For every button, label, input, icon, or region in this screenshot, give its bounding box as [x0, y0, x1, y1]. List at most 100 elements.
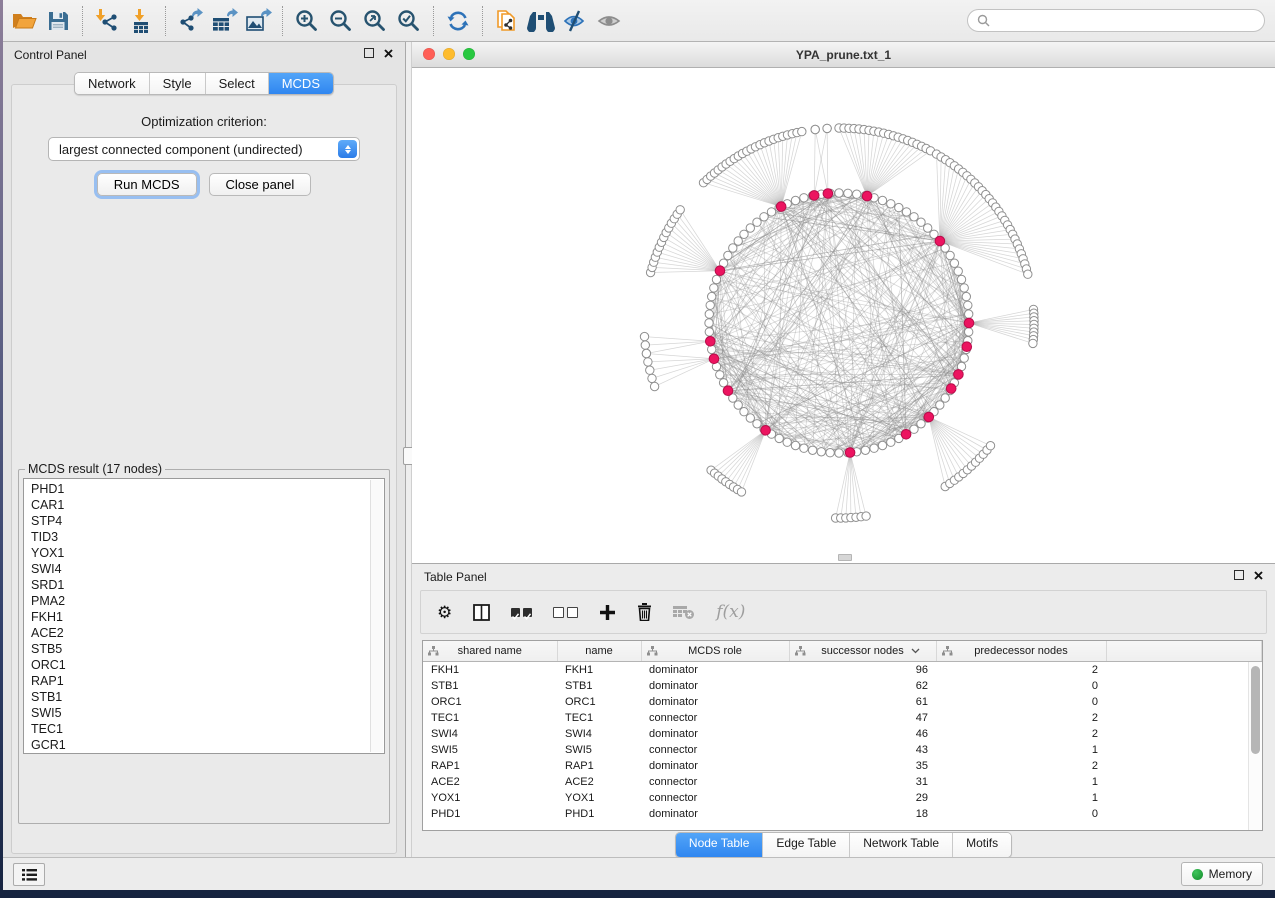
table-cell[interactable]: 31 [789, 774, 936, 790]
table-cell[interactable]: RAP1 [557, 758, 641, 774]
table-cell[interactable]: ACE2 [557, 774, 641, 790]
float-table-panel-icon[interactable] [1234, 570, 1244, 580]
table-cell[interactable]: 2 [936, 758, 1106, 774]
mcds-result-item[interactable]: SWI5 [31, 705, 384, 721]
table-cell[interactable] [1106, 678, 1262, 694]
mcds-result-item[interactable]: PMA2 [31, 593, 384, 609]
table-cell[interactable]: dominator [641, 758, 789, 774]
mcds-result-item[interactable]: ORC1 [31, 657, 384, 673]
table-cell[interactable]: 0 [936, 694, 1106, 710]
table-row[interactable]: TEC1TEC1connector472 [423, 710, 1262, 726]
tab-motifs[interactable]: Motifs [952, 833, 1011, 857]
table-cell[interactable] [1106, 742, 1262, 758]
table-cell[interactable]: FKH1 [423, 662, 557, 679]
zoom-selected-button[interactable] [392, 5, 426, 37]
import-network-button[interactable] [90, 5, 124, 37]
list-scrollbar[interactable] [370, 480, 383, 752]
mcds-result-item[interactable]: YOX1 [31, 545, 384, 561]
split-grip-icon[interactable] [838, 554, 852, 561]
table-cell[interactable]: SWI5 [423, 742, 557, 758]
table-cell[interactable]: 0 [936, 806, 1106, 822]
table-cell[interactable]: FKH1 [557, 662, 641, 679]
table-cell[interactable]: 62 [789, 678, 936, 694]
table-cell[interactable]: connector [641, 790, 789, 806]
table-cell[interactable]: 61 [789, 694, 936, 710]
table-cell[interactable]: YOX1 [423, 790, 557, 806]
export-image-button[interactable] [241, 5, 275, 37]
minimize-window-icon[interactable] [443, 48, 455, 60]
network-canvas[interactable] [412, 68, 1275, 563]
table-cell[interactable] [1106, 790, 1262, 806]
tab-network[interactable]: Network [75, 73, 149, 94]
table-cell[interactable]: PHD1 [423, 806, 557, 822]
network-graph[interactable] [412, 68, 1275, 563]
table-row[interactable]: RAP1RAP1dominator352 [423, 758, 1262, 774]
table-cell[interactable]: 47 [789, 710, 936, 726]
table-cell[interactable]: 1 [936, 774, 1106, 790]
show-details-button[interactable] [592, 5, 626, 37]
col-predecessor-nodes[interactable]: predecessor nodes [936, 641, 1106, 662]
table-cell[interactable]: connector [641, 774, 789, 790]
column-visibility-button[interactable] [473, 604, 490, 621]
table-row[interactable]: YOX1YOX1connector291 [423, 790, 1262, 806]
criterion-dropdown[interactable]: largest connected component (undirected) [48, 137, 360, 161]
table-cell[interactable]: STB1 [557, 678, 641, 694]
table-cell[interactable]: dominator [641, 694, 789, 710]
mcds-result-item[interactable]: CAR1 [31, 497, 384, 513]
import-table-button[interactable] [124, 5, 158, 37]
mcds-result-item[interactable]: PHD1 [31, 481, 384, 497]
mcds-result-item[interactable]: STB1 [31, 689, 384, 705]
refresh-view-button[interactable] [441, 5, 475, 37]
col-shared-name[interactable]: shared name [423, 641, 557, 662]
tab-network-table[interactable]: Network Table [849, 833, 952, 857]
hide-details-button[interactable] [558, 5, 592, 37]
scrollbar-thumb[interactable] [1251, 666, 1260, 754]
node-table[interactable]: shared name name MCDS role successor nod… [423, 641, 1262, 822]
zoom-out-button[interactable] [324, 5, 358, 37]
table-cell[interactable]: 1 [936, 742, 1106, 758]
col-mcds-role[interactable]: MCDS role [641, 641, 789, 662]
table-cell[interactable]: SWI4 [423, 726, 557, 742]
run-mcds-button[interactable]: Run MCDS [97, 173, 197, 196]
table-cell[interactable]: 2 [936, 662, 1106, 679]
table-cell[interactable]: SWI4 [557, 726, 641, 742]
table-cell[interactable] [1106, 710, 1262, 726]
table-cell[interactable]: 43 [789, 742, 936, 758]
table-cell[interactable]: 1 [936, 790, 1106, 806]
task-history-button[interactable] [13, 863, 45, 886]
table-cell[interactable]: TEC1 [423, 710, 557, 726]
table-row[interactable]: PHD1PHD1dominator180 [423, 806, 1262, 822]
mcds-result-item[interactable]: SWI4 [31, 561, 384, 577]
close-window-icon[interactable] [423, 48, 435, 60]
mcds-result-item[interactable]: RAP1 [31, 673, 384, 689]
table-cell[interactable] [1106, 662, 1262, 679]
search-input[interactable] [996, 13, 1255, 29]
table-cell[interactable]: dominator [641, 726, 789, 742]
close-panel-button[interactable]: Close panel [209, 173, 312, 196]
table-cell[interactable]: 29 [789, 790, 936, 806]
mcds-result-item[interactable]: SRD1 [31, 577, 384, 593]
table-cell[interactable]: ORC1 [557, 694, 641, 710]
table-cell[interactable]: 35 [789, 758, 936, 774]
deselect-all-button[interactable] [553, 607, 578, 618]
mcds-result-item[interactable]: STB5 [31, 641, 384, 657]
save-session-button[interactable] [41, 5, 75, 37]
table-cell[interactable] [1106, 726, 1262, 742]
mcds-result-item[interactable]: TID3 [31, 529, 384, 545]
table-scrollbar[interactable] [1248, 662, 1262, 830]
table-row[interactable]: FKH1FKH1dominator962 [423, 662, 1262, 679]
maximize-window-icon[interactable] [463, 48, 475, 60]
mcds-result-list[interactable]: PHD1CAR1STP4TID3YOX1SWI4SRD1PMA2FKH1ACE2… [23, 478, 385, 754]
float-panel-icon[interactable] [364, 48, 374, 58]
mcds-result-item[interactable]: STP4 [31, 513, 384, 529]
mcds-result-item[interactable]: ACE2 [31, 625, 384, 641]
export-table-button[interactable] [207, 5, 241, 37]
zoom-in-button[interactable] [290, 5, 324, 37]
search-box[interactable] [967, 9, 1265, 32]
tab-mcds[interactable]: MCDS [268, 73, 333, 94]
table-row[interactable]: SWI5SWI5connector431 [423, 742, 1262, 758]
table-cell[interactable] [1106, 694, 1262, 710]
table-cell[interactable]: SWI5 [557, 742, 641, 758]
add-column-button[interactable] [599, 604, 616, 621]
table-cell[interactable] [1106, 774, 1262, 790]
